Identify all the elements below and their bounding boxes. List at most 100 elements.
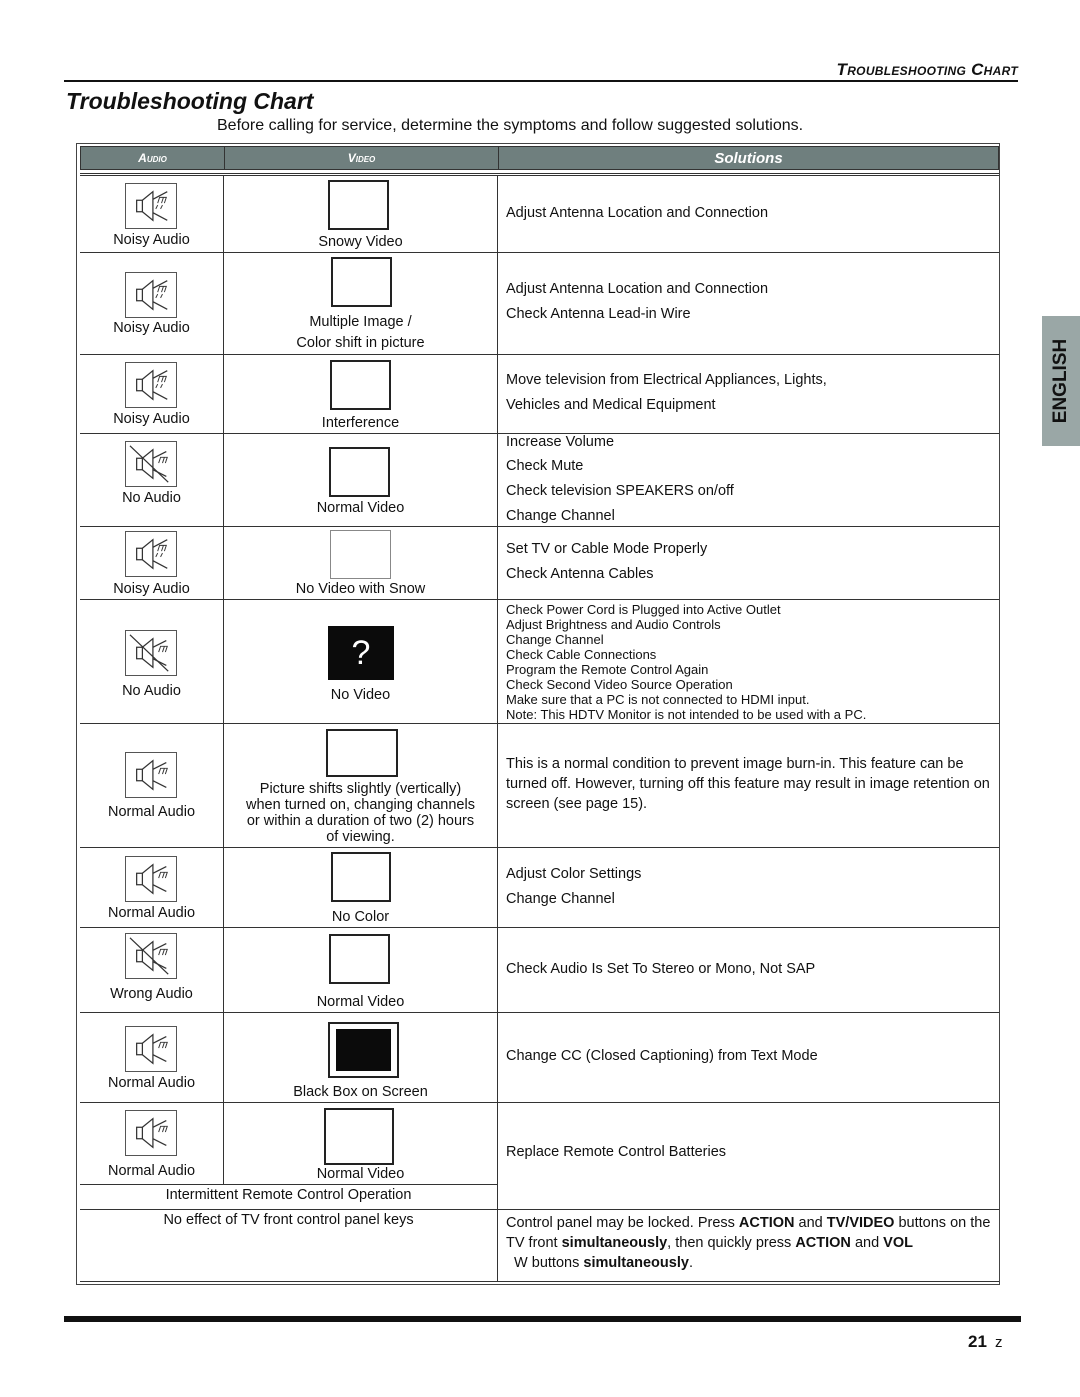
audio-cell: No Audio: [80, 600, 224, 723]
blank-screen-icon: [330, 360, 391, 410]
video-label: Interference: [321, 415, 400, 431]
solution-line: Adjust Antenna Location and Connection: [506, 281, 769, 297]
running-head: Troubleshooting Chart: [836, 60, 1018, 79]
solution-cell: Check Audio Is Set To Stereo or Mono, No…: [498, 928, 999, 1012]
solution-line: Replace Remote Control Batteries: [506, 1144, 727, 1160]
page-number: 21: [968, 1332, 987, 1351]
header-rule: [64, 80, 1018, 82]
solution-line: Note: This HDTV Monitor is not intended …: [506, 707, 867, 722]
footer-rule: [64, 1316, 1021, 1322]
audio-cell: Normal Audio: [80, 848, 224, 927]
question-screen-icon: ?: [328, 626, 394, 680]
solution-cell: Change CC (Closed Captioning) from Text …: [498, 1013, 999, 1102]
language-tab-label: ENGLISH: [1050, 338, 1071, 424]
column-header-audio: Audio: [80, 146, 225, 170]
table-row: Normal Audio Picture shifts slightly (ve…: [80, 723, 999, 847]
video-label: Normal Video: [316, 500, 405, 516]
symptom-cell: Intermittent Remote Control Operation: [80, 1185, 498, 1209]
blank-screen-icon: [331, 257, 392, 307]
solution-line: Check Antenna Cables: [506, 566, 654, 582]
video-label: of viewing.: [326, 829, 395, 845]
solution-line: Make sure that a PC is not connected to …: [506, 692, 810, 707]
table-row: Noisy Audio No Video with Snow Set TV or…: [80, 526, 999, 599]
video-label: Normal Video: [316, 1166, 405, 1182]
solution-cell: This is a normal condition to prevent im…: [498, 724, 999, 847]
blank-screen-icon: [330, 530, 391, 579]
solution-cell: Set TV or Cable Mode Properly Check Ante…: [498, 527, 999, 599]
video-cell: Snowy Video: [224, 176, 498, 252]
audio-label: Normal Audio: [107, 1075, 196, 1091]
solution-line: Adjust Color Settings: [506, 866, 642, 882]
solution-paragraph: Control panel may be locked. Press ACTIO…: [506, 1215, 991, 1271]
solution-cell: Move television from Electrical Applianc…: [498, 355, 999, 433]
solution-line: Increase Volume: [506, 434, 615, 450]
solution-line: Check Audio Is Set To Stereo or Mono, No…: [506, 961, 816, 977]
muted-speaker-icon: [125, 933, 177, 979]
video-label: when turned on, changing channels: [246, 797, 475, 813]
solution-cell: Control panel may be locked. Press ACTIO…: [498, 1210, 999, 1281]
solution-cell: Adjust Antenna Location and Connection C…: [498, 253, 999, 354]
blank-screen-icon: [326, 729, 398, 777]
muted-speaker-icon: [125, 441, 177, 487]
table-row: Wrong Audio Normal Video Check Audio Is …: [80, 927, 999, 1012]
solution-line: Adjust Brightness and Audio Controls: [506, 617, 721, 632]
symptom-label: Intermittent Remote Control Operation: [165, 1187, 412, 1203]
solution-line: Check Antenna Lead-in Wire: [506, 306, 691, 322]
page-suffix: z: [995, 1334, 1003, 1351]
header-divider: [80, 173, 999, 174]
noisy-speaker-icon: [125, 183, 177, 229]
solution-cell: Increase Volume Check Mute Check televis…: [498, 434, 999, 526]
page-title: Troubleshooting Chart: [66, 88, 314, 114]
blank-screen-icon: [331, 852, 391, 902]
audio-label: No Audio: [122, 683, 181, 699]
table-row: No Audio Normal Video Increase Volume Ch…: [80, 433, 999, 526]
speaker-icon: [125, 1110, 177, 1156]
black-box: [336, 1029, 391, 1071]
solution-line: Check Second Video Source Operation: [506, 677, 733, 692]
video-label: Black Box on Screen: [293, 1084, 428, 1100]
column-header-solutions: Solutions: [498, 146, 999, 170]
speaker-icon: [125, 752, 177, 798]
solution-cell: Check Power Cord is Plugged into Active …: [498, 600, 999, 723]
solution-line: Change Channel: [506, 508, 615, 524]
audio-label: Noisy Audio: [113, 411, 190, 427]
video-label: Picture shifts slightly (vertically): [259, 781, 462, 797]
noisy-speaker-icon: [125, 362, 177, 408]
audio-label: Noisy Audio: [113, 232, 190, 248]
solution-line: Vehicles and Medical Equipment: [506, 397, 716, 413]
table-row: No effect of TV front control panel keys…: [80, 1209, 999, 1282]
audio-label: Normal Audio: [107, 804, 196, 820]
video-cell: Normal Video: [224, 434, 498, 526]
question-mark-icon: ?: [351, 634, 371, 672]
blank-screen-icon: [328, 180, 389, 230]
black-box-screen-icon: [328, 1022, 399, 1078]
audio-cell: Noisy Audio: [80, 355, 224, 433]
table-row: Normal Audio No Color Adjust Color Setti…: [80, 847, 999, 927]
video-cell: Picture shifts slightly (vertically) whe…: [224, 724, 498, 847]
noisy-speaker-icon: [125, 531, 177, 577]
audio-cell: Noisy Audio: [80, 527, 224, 599]
audio-label: Normal Audio: [107, 1163, 196, 1179]
video-cell: Black Box on Screen: [224, 1013, 498, 1102]
table-row: Normal Audio Normal Video Intermittent R…: [80, 1102, 999, 1209]
solution-line: Move television from Electrical Applianc…: [506, 372, 827, 388]
language-tab[interactable]: ENGLISH: [1042, 316, 1080, 446]
audio-label: Noisy Audio: [113, 320, 190, 336]
audio-label: Wrong Audio: [110, 986, 193, 1002]
video-label: Multiple Image /: [309, 314, 412, 330]
video-label: No Video with Snow: [295, 581, 426, 597]
table-row: Noisy Audio Interference Move television…: [80, 354, 999, 433]
solution-cell: Adjust Antenna Location and Connection: [498, 176, 999, 252]
symptom-label: No effect of TV front control panel keys: [163, 1212, 414, 1228]
video-cell: Interference: [224, 355, 498, 433]
video-cell: Normal Video: [224, 928, 498, 1012]
noisy-speaker-icon: [125, 272, 177, 318]
solution-line: Set TV or Cable Mode Properly: [506, 541, 708, 557]
blank-screen-icon: [329, 934, 390, 984]
solution-line: Check Power Cord is Plugged into Active …: [506, 602, 781, 617]
video-label-2: Color shift in picture: [296, 335, 425, 351]
speaker-icon: [125, 1026, 177, 1072]
solution-line: Check Cable Connections: [506, 647, 657, 662]
solution-line: Program the Remote Control Again: [506, 662, 709, 677]
audio-cell: Wrong Audio: [80, 928, 224, 1012]
